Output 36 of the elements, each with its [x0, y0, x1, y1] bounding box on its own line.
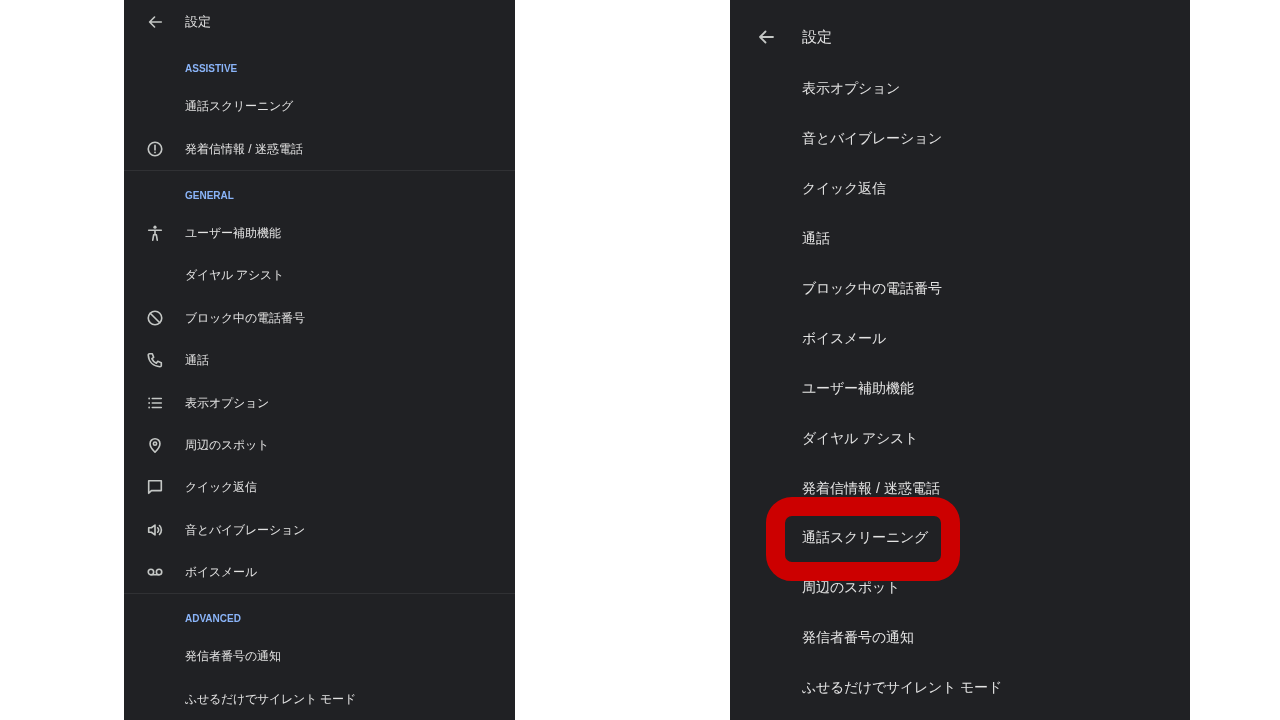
- settings-item[interactable]: 通話スクリーニング: [802, 527, 928, 549]
- settings-item[interactable]: 通話: [124, 338, 515, 382]
- settings-item[interactable]: ユーザー補助機能: [124, 211, 515, 255]
- settings-item[interactable]: ダイヤル アシスト: [124, 254, 515, 297]
- settings-item[interactable]: 通話: [802, 228, 830, 250]
- settings-item[interactable]: ふせるだけでサイレント モード: [124, 677, 515, 720]
- screen-title: 設定: [802, 26, 832, 47]
- settings-item[interactable]: ダイヤル アシスト: [802, 427, 918, 449]
- section-header: ADVANCED: [185, 612, 241, 627]
- settings-item[interactable]: 発信者番号の通知: [124, 635, 515, 678]
- settings-item[interactable]: 発信者番号の通知: [802, 627, 914, 649]
- settings-item[interactable]: 表示オプション: [802, 78, 900, 100]
- accessibility-icon: [145, 223, 164, 242]
- settings-item[interactable]: ボイスメール: [124, 550, 515, 594]
- settings-item[interactable]: 音とバイブレーション: [802, 128, 942, 150]
- settings-item[interactable]: 表示オプション: [124, 381, 515, 424]
- section-header: GENERAL: [185, 188, 234, 203]
- settings-item[interactable]: クイック返信: [124, 466, 515, 509]
- settings-item[interactable]: 音とバイブレーション: [124, 508, 515, 551]
- settings-item[interactable]: ふせるだけでサイレント モード: [802, 677, 1002, 699]
- screen-title: 設定: [185, 13, 211, 32]
- settings-item[interactable]: 周辺のスポット: [802, 577, 900, 599]
- settings-item[interactable]: 発着信情報 / 迷惑電話: [124, 127, 515, 170]
- settings-item[interactable]: クイック返信: [802, 178, 886, 200]
- settings-item[interactable]: ユーザー補助機能: [802, 377, 914, 399]
- settings-item[interactable]: ブロック中の電話番号: [802, 278, 942, 299]
- phone-icon: [145, 351, 164, 370]
- settings-item[interactable]: 周辺のスポット: [124, 423, 515, 467]
- settings-item[interactable]: ボイスメール: [802, 327, 886, 349]
- settings-item[interactable]: 発着信情報 / 迷惑電話: [802, 477, 940, 499]
- settings-item[interactable]: ブロック中の電話番号: [124, 296, 515, 339]
- block-icon: [145, 308, 164, 327]
- chat-bubble-icon: [145, 478, 164, 497]
- alert-icon: [145, 139, 164, 158]
- settings-item[interactable]: 通話スクリーニング: [124, 85, 515, 128]
- section-header: ASSISTIVE: [185, 62, 238, 76]
